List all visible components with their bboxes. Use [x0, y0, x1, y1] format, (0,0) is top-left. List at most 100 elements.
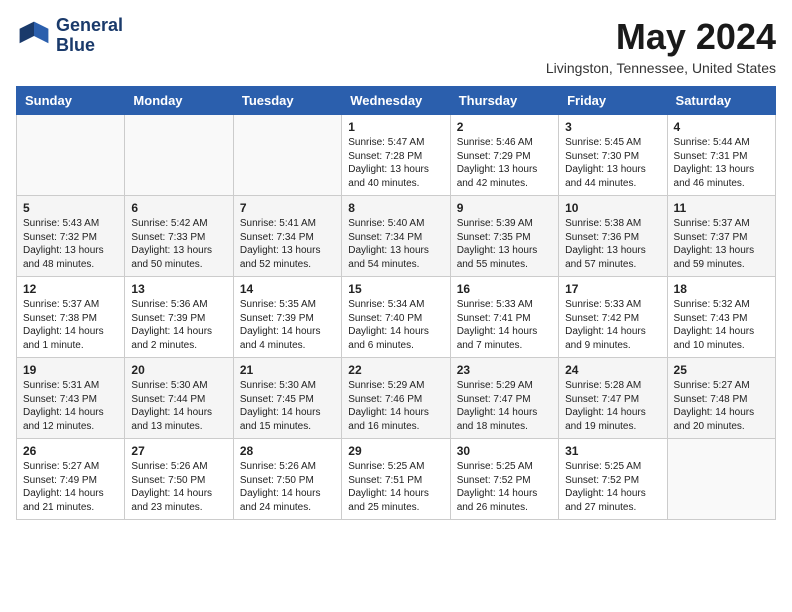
calendar-cell: 9 Sunrise: 5:39 AM Sunset: 7:35 PM Daylig… — [450, 196, 558, 277]
day-info: Sunrise: 5:41 AM Sunset: 7:34 PM Dayligh… — [240, 217, 335, 271]
day-header-sunday: Sunday — [17, 87, 125, 115]
day-info: Sunrise: 5:30 AM Sunset: 7:45 PM Dayligh… — [240, 379, 335, 433]
day-number: 11 — [674, 201, 769, 215]
calendar-week-row: 12Sunrise: 5:37 AM Sunset: 7:38 PM Dayli… — [17, 277, 776, 358]
calendar-cell: 26 Sunrise: 5:27 AM Sunset: 7:49 PM Dayli… — [17, 439, 125, 520]
day-info: Sunrise: 5:33 AM Sunset: 7:41 PM Dayligh… — [457, 298, 552, 352]
day-info: Sunrise: 5:37 AM Sunset: 7:37 PM Dayligh… — [674, 217, 769, 271]
day-info: Sunrise: 5:43 AM Sunset: 7:32 PM Dayligh… — [23, 217, 118, 271]
day-number: 28 — [240, 444, 335, 458]
day-info: Sunrise: 5:36 AM Sunset: 7:39 PM Dayligh… — [131, 298, 226, 352]
page-header: General Blue May 2024 Livingston, Tennes… — [16, 16, 776, 76]
day-info: Sunrise: 5:47 AM Sunset: 7:28 PM Dayligh… — [348, 136, 443, 190]
day-number: 7 — [240, 201, 335, 215]
calendar-cell: 7 Sunrise: 5:41 AM Sunset: 7:34 PM Daylig… — [233, 196, 341, 277]
day-info: Sunrise: 5:40 AM Sunset: 7:34 PM Dayligh… — [348, 217, 443, 271]
calendar-table: SundayMondayTuesdayWednesdayThursdayFrid… — [16, 86, 776, 520]
logo: General Blue — [16, 16, 123, 56]
calendar-cell: 18Sunrise: 5:32 AM Sunset: 7:43 PM Dayli… — [667, 277, 775, 358]
day-number: 5 — [23, 201, 118, 215]
day-number: 3 — [565, 120, 660, 134]
calendar-week-row: 1 Sunrise: 5:47 AM Sunset: 7:28 PM Daylig… — [17, 115, 776, 196]
calendar-cell: 10Sunrise: 5:38 AM Sunset: 7:36 PM Dayli… — [559, 196, 667, 277]
calendar-week-row: 26 Sunrise: 5:27 AM Sunset: 7:49 PM Dayli… — [17, 439, 776, 520]
calendar-cell: 11 Sunrise: 5:37 AM Sunset: 7:37 PM Dayli… — [667, 196, 775, 277]
calendar-cell: 16 Sunrise: 5:33 AM Sunset: 7:41 PM Dayli… — [450, 277, 558, 358]
day-info: Sunrise: 5:27 AM Sunset: 7:49 PM Dayligh… — [23, 460, 118, 514]
logo-icon — [16, 18, 52, 54]
calendar-cell: 28 Sunrise: 5:26 AM Sunset: 7:50 PM Dayli… — [233, 439, 341, 520]
day-header-friday: Friday — [559, 87, 667, 115]
day-info: Sunrise: 5:27 AM Sunset: 7:48 PM Dayligh… — [674, 379, 769, 433]
day-number: 17 — [565, 282, 660, 296]
day-info: Sunrise: 5:39 AM Sunset: 7:35 PM Dayligh… — [457, 217, 552, 271]
calendar-cell — [125, 115, 233, 196]
calendar-cell: 12Sunrise: 5:37 AM Sunset: 7:38 PM Dayli… — [17, 277, 125, 358]
day-info: Sunrise: 5:42 AM Sunset: 7:33 PM Dayligh… — [131, 217, 226, 271]
calendar-cell: 22Sunrise: 5:29 AM Sunset: 7:46 PM Dayli… — [342, 358, 450, 439]
calendar-cell: 29 Sunrise: 5:25 AM Sunset: 7:51 PM Dayli… — [342, 439, 450, 520]
day-number: 12 — [23, 282, 118, 296]
day-number: 29 — [348, 444, 443, 458]
calendar-cell: 14 Sunrise: 5:35 AM Sunset: 7:39 PM Dayli… — [233, 277, 341, 358]
calendar-cell: 20 Sunrise: 5:30 AM Sunset: 7:44 PM Dayli… — [125, 358, 233, 439]
calendar-cell: 1 Sunrise: 5:47 AM Sunset: 7:28 PM Daylig… — [342, 115, 450, 196]
day-number: 19 — [23, 363, 118, 377]
day-info: Sunrise: 5:38 AM Sunset: 7:36 PM Dayligh… — [565, 217, 660, 271]
day-info: Sunrise: 5:32 AM Sunset: 7:43 PM Dayligh… — [674, 298, 769, 352]
day-number: 13 — [131, 282, 226, 296]
day-number: 15 — [348, 282, 443, 296]
calendar-cell: 27Sunrise: 5:26 AM Sunset: 7:50 PM Dayli… — [125, 439, 233, 520]
calendar-cell: 2 Sunrise: 5:46 AM Sunset: 7:29 PM Daylig… — [450, 115, 558, 196]
day-info: Sunrise: 5:46 AM Sunset: 7:29 PM Dayligh… — [457, 136, 552, 190]
day-info: Sunrise: 5:30 AM Sunset: 7:44 PM Dayligh… — [131, 379, 226, 433]
calendar-cell — [17, 115, 125, 196]
day-info: Sunrise: 5:25 AM Sunset: 7:51 PM Dayligh… — [348, 460, 443, 514]
day-info: Sunrise: 5:33 AM Sunset: 7:42 PM Dayligh… — [565, 298, 660, 352]
day-info: Sunrise: 5:26 AM Sunset: 7:50 PM Dayligh… — [240, 460, 335, 514]
day-info: Sunrise: 5:45 AM Sunset: 7:30 PM Dayligh… — [565, 136, 660, 190]
calendar-cell: 4Sunrise: 5:44 AM Sunset: 7:31 PM Daylig… — [667, 115, 775, 196]
day-number: 23 — [457, 363, 552, 377]
calendar-cell — [667, 439, 775, 520]
day-header-thursday: Thursday — [450, 87, 558, 115]
calendar-cell: 25 Sunrise: 5:27 AM Sunset: 7:48 PM Dayli… — [667, 358, 775, 439]
day-number: 9 — [457, 201, 552, 215]
calendar-cell: 13 Sunrise: 5:36 AM Sunset: 7:39 PM Dayli… — [125, 277, 233, 358]
day-header-monday: Monday — [125, 87, 233, 115]
day-number: 25 — [674, 363, 769, 377]
calendar-cell: 21Sunrise: 5:30 AM Sunset: 7:45 PM Dayli… — [233, 358, 341, 439]
day-info: Sunrise: 5:29 AM Sunset: 7:47 PM Dayligh… — [457, 379, 552, 433]
day-number: 8 — [348, 201, 443, 215]
calendar-cell: 23 Sunrise: 5:29 AM Sunset: 7:47 PM Dayli… — [450, 358, 558, 439]
logo-text: General Blue — [56, 16, 123, 56]
day-info: Sunrise: 5:28 AM Sunset: 7:47 PM Dayligh… — [565, 379, 660, 433]
calendar-cell: 6 Sunrise: 5:42 AM Sunset: 7:33 PM Daylig… — [125, 196, 233, 277]
calendar-cell: 3 Sunrise: 5:45 AM Sunset: 7:30 PM Daylig… — [559, 115, 667, 196]
day-header-saturday: Saturday — [667, 87, 775, 115]
calendar-cell: 31 Sunrise: 5:25 AM Sunset: 7:52 PM Dayli… — [559, 439, 667, 520]
day-header-tuesday: Tuesday — [233, 87, 341, 115]
day-number: 6 — [131, 201, 226, 215]
calendar-cell: 24Sunrise: 5:28 AM Sunset: 7:47 PM Dayli… — [559, 358, 667, 439]
day-number: 31 — [565, 444, 660, 458]
day-info: Sunrise: 5:35 AM Sunset: 7:39 PM Dayligh… — [240, 298, 335, 352]
calendar-week-row: 5 Sunrise: 5:43 AM Sunset: 7:32 PM Daylig… — [17, 196, 776, 277]
calendar-cell — [233, 115, 341, 196]
day-number: 1 — [348, 120, 443, 134]
day-info: Sunrise: 5:25 AM Sunset: 7:52 PM Dayligh… — [457, 460, 552, 514]
day-info: Sunrise: 5:25 AM Sunset: 7:52 PM Dayligh… — [565, 460, 660, 514]
calendar-cell: 19 Sunrise: 5:31 AM Sunset: 7:43 PM Dayli… — [17, 358, 125, 439]
day-number: 30 — [457, 444, 552, 458]
day-number: 16 — [457, 282, 552, 296]
day-info: Sunrise: 5:44 AM Sunset: 7:31 PM Dayligh… — [674, 136, 769, 190]
day-header-wednesday: Wednesday — [342, 87, 450, 115]
day-info: Sunrise: 5:31 AM Sunset: 7:43 PM Dayligh… — [23, 379, 118, 433]
calendar-cell: 8 Sunrise: 5:40 AM Sunset: 7:34 PM Daylig… — [342, 196, 450, 277]
calendar-header-row: SundayMondayTuesdayWednesdayThursdayFrid… — [17, 87, 776, 115]
day-number: 14 — [240, 282, 335, 296]
day-number: 26 — [23, 444, 118, 458]
calendar-cell: 17 Sunrise: 5:33 AM Sunset: 7:42 PM Dayli… — [559, 277, 667, 358]
day-number: 2 — [457, 120, 552, 134]
day-number: 20 — [131, 363, 226, 377]
